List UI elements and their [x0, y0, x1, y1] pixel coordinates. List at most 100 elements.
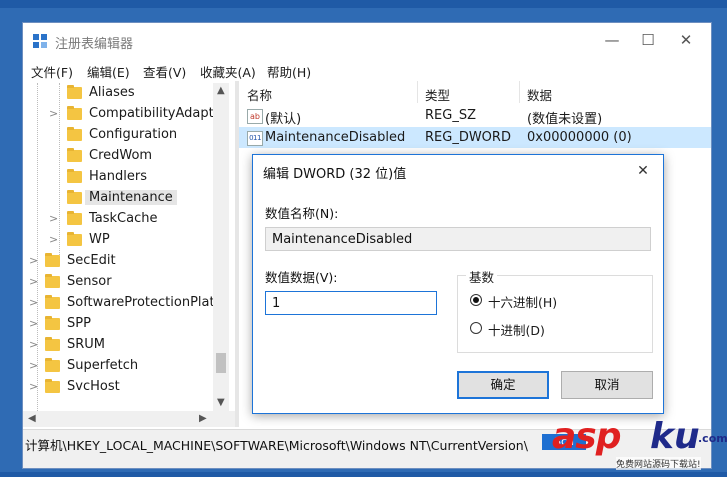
tree-item[interactable]: > SRUM [23, 335, 235, 356]
expand-arrow-icon[interactable]: > [49, 233, 59, 246]
tree-item[interactable]: > SecEdit [23, 251, 235, 272]
value-row-selected[interactable]: 011 MaintenanceDisabled REG_DWORD 0x0000… [239, 127, 711, 148]
dialog-close-icon[interactable]: ✕ [631, 161, 655, 181]
tree-item-label: CompatibilityAdapte [89, 106, 222, 121]
watermark-com: .com [698, 432, 727, 445]
site-watermark: asp ku .com 免费网站源码下载站! [552, 412, 727, 472]
tree-item-label: TaskCache [89, 211, 158, 226]
ok-button[interactable]: 确定 [457, 371, 549, 399]
tree-item-label: SoftwareProtectionPlatf [67, 295, 220, 310]
minimize-button[interactable]: — [597, 29, 627, 51]
cancel-button[interactable]: 取消 [561, 371, 653, 399]
menu-edit[interactable]: 编辑(E) [87, 62, 130, 81]
watermark-subtitle: 免费网站源码下载站! [616, 457, 701, 470]
column-separator[interactable] [417, 81, 418, 103]
scroll-up-arrow-icon[interactable]: ▲ [217, 85, 225, 96]
watermark-asp: asp [552, 416, 621, 457]
column-separator[interactable] [519, 81, 520, 103]
tree-item-label: Maintenance [85, 190, 177, 205]
expand-arrow-icon[interactable]: > [29, 296, 39, 309]
tree-item[interactable]: > Superfetch [23, 356, 235, 377]
menu-view[interactable]: 查看(V) [143, 62, 186, 81]
desktop-top-band [0, 0, 727, 8]
tree-item[interactable]: > WP [23, 230, 235, 251]
tree-item-label: WP [89, 232, 110, 247]
value-name-field[interactable] [265, 227, 651, 251]
tree-item-label: Sensor [67, 274, 112, 289]
tree-item[interactable]: > CompatibilityAdapte [23, 104, 235, 125]
tree-item[interactable]: Handlers [23, 167, 235, 188]
expand-arrow-icon[interactable]: > [29, 359, 39, 372]
expand-arrow-icon[interactable]: > [29, 380, 39, 393]
folder-icon [67, 148, 82, 162]
value-name: MaintenanceDisabled [265, 130, 406, 145]
tree-item[interactable]: > Sensor [23, 272, 235, 293]
folder-icon [67, 232, 82, 246]
tree-item[interactable]: > SoftwareProtectionPlatf [23, 293, 235, 314]
folder-icon [67, 106, 82, 120]
expand-arrow-icon[interactable]: > [49, 107, 59, 120]
maximize-button[interactable]: ☐ [633, 29, 663, 51]
tree-item-label: Handlers [89, 169, 147, 184]
tree-horizontal-scrollbar[interactable]: ◀ ▶ [23, 411, 235, 427]
tree-item[interactable]: Aliases [23, 83, 235, 104]
column-header-type[interactable]: 类型 [425, 85, 450, 104]
close-button[interactable]: ✕ [671, 29, 701, 51]
scroll-right-arrow-icon[interactable]: ▶ [199, 413, 207, 424]
tree-vertical-scrollbar[interactable]: ▲ ▼ [213, 83, 229, 411]
value-data: (数值未设置) [527, 112, 603, 127]
value-name: (默认) [265, 112, 302, 127]
radio-unselected-icon[interactable] [470, 322, 482, 334]
regedit-app-icon [33, 34, 47, 48]
menu-help[interactable]: 帮助(H) [267, 62, 311, 81]
tree-item[interactable]: > SvcHost [23, 377, 235, 398]
column-header-name[interactable]: 名称 [247, 85, 272, 104]
folder-icon [45, 358, 60, 372]
tree-item[interactable]: Configuration [23, 125, 235, 146]
tree-item-label: Superfetch [67, 358, 139, 373]
tree-item-label: Configuration [89, 127, 178, 142]
menu-favorites[interactable]: 收藏夹(A) [200, 62, 256, 81]
title-bar[interactable]: 注册表编辑器 — ☐ ✕ [23, 23, 711, 59]
value-data-label: 数值数据(V): [265, 270, 338, 285]
tree-item-selected[interactable]: Maintenance [23, 188, 235, 209]
folder-icon [45, 274, 60, 288]
menu-file[interactable]: 文件(F) [31, 62, 73, 81]
tree-item-label: SvcHost [67, 379, 120, 394]
watermark-ku: ku [650, 416, 700, 457]
dialog-title-bar[interactable]: 编辑 DWORD (32 位)值 ✕ [253, 155, 663, 187]
registry-key-tree[interactable]: Aliases > CompatibilityAdapte Configurat… [23, 83, 235, 427]
tree-item[interactable]: > SPP [23, 314, 235, 335]
desktop-bottom-band [0, 472, 727, 477]
expand-arrow-icon[interactable]: > [49, 212, 59, 225]
expand-arrow-icon[interactable]: > [29, 254, 39, 267]
registry-path[interactable]: 计算机\HKEY_LOCAL_MACHINE\SOFTWARE\Microsof… [25, 435, 528, 454]
scroll-down-arrow-icon[interactable]: ▼ [217, 397, 225, 408]
folder-icon [67, 190, 82, 204]
tree-item-label: SecEdit [67, 253, 116, 268]
string-value-icon: ab [247, 109, 263, 124]
value-row[interactable]: ab (默认) REG_SZ (数值未设置) [239, 105, 711, 127]
folder-icon [67, 127, 82, 141]
menu-bar: 文件(F) 编辑(E) 查看(V) 收藏夹(A) 帮助(H) [23, 59, 711, 81]
tree-item-label: Aliases [89, 85, 135, 100]
base-groupbox: 基数 十六进制(H) 十进制(D) [457, 267, 653, 353]
scroll-thumb[interactable] [216, 353, 226, 373]
value-data: 0x00000000 (0) [527, 130, 632, 145]
base-label: 基数 [466, 267, 498, 286]
folder-icon [67, 85, 82, 99]
expand-arrow-icon[interactable]: > [29, 338, 39, 351]
column-header-data[interactable]: 数据 [527, 85, 552, 104]
tree-item[interactable]: > TaskCache [23, 209, 235, 230]
folder-icon [45, 295, 60, 309]
tree-item[interactable]: CredWom [23, 146, 235, 167]
expand-arrow-icon[interactable]: > [29, 317, 39, 330]
radio-selected-icon[interactable] [470, 294, 482, 306]
folder-icon [45, 379, 60, 393]
value-data-field[interactable] [265, 291, 437, 315]
tree-item-label: SRUM [67, 337, 106, 352]
radio-label: 十六进制(H) [488, 295, 558, 310]
dialog-title: 编辑 DWORD (32 位)值 [263, 167, 407, 182]
expand-arrow-icon[interactable]: > [29, 275, 39, 288]
scroll-left-arrow-icon[interactable]: ◀ [28, 413, 36, 424]
